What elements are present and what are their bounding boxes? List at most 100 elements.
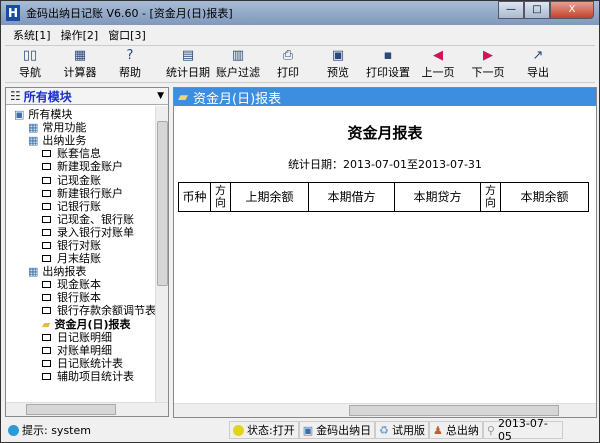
tree-item[interactable]: 辅助项目统计表 (6, 370, 156, 383)
calendar-icon: ▤ (181, 48, 195, 63)
window-title: 金码出纳日记账 V6.60 - [资金月(日)报表] (26, 7, 233, 20)
menu-window[interactable]: 窗口[3] (108, 27, 146, 43)
toolbar-button-9[interactable]: ▶ 下一页 (463, 48, 513, 80)
tree-item[interactable]: 现金账本 (6, 278, 156, 291)
status-date: ⚲ 2013-07-05 (482, 417, 563, 443)
calculator-icon: ▦ (73, 48, 87, 63)
tree-item-label: 现金账本 (57, 278, 101, 292)
tree-item[interactable]: ▦ 出纳报表 (6, 265, 156, 278)
column-header: 本期余额 (500, 182, 589, 212)
status-bar: 提示: system 状态:打开 ▣ 金码出纳日 ♻ 试用版 ♟ 总出纳 ⚲ 2013-… (5, 417, 595, 443)
column-header: 上期余额 (230, 182, 309, 212)
module-selector-label: 所有模块 (23, 89, 72, 104)
tree-item[interactable]: 对账单明细 (6, 344, 156, 357)
tree-item[interactable]: 新建现金账户 (6, 160, 156, 173)
book-icon: ▯▯ (22, 48, 38, 63)
toolbar-button-2[interactable]: ? 帮助 (105, 48, 155, 80)
minimize-button[interactable]: — (498, 1, 524, 19)
date-icon: ⚲ (486, 423, 495, 437)
close-button[interactable]: X (550, 1, 594, 19)
module-selector[interactable]: ☷ 所有模块 ▼ (6, 88, 168, 105)
chevron-down-icon: ▼ (157, 91, 164, 101)
arrow-left-icon: ◀ (433, 48, 443, 63)
arrow-right-icon: ▶ (483, 48, 493, 63)
tree-item-label: 常用功能 (42, 121, 87, 135)
toolbar-button-1[interactable]: ▦ 计算器 (55, 48, 105, 80)
page-icon (42, 359, 51, 367)
tree-item[interactable]: 日记账统计表 (6, 357, 156, 370)
printer-icon: ⎙ (282, 48, 294, 63)
page-icon (42, 176, 51, 184)
tree-item[interactable]: 账套信息 (6, 147, 156, 160)
status-version-text: 试用版 (392, 424, 425, 437)
tree-item-label: 月末结账 (57, 252, 101, 266)
tree-item-label: 记现金账 (57, 173, 101, 187)
tree-item[interactable]: 银行存款余额调节表 (6, 304, 156, 317)
toolbar-label: 计算器 (63, 66, 97, 79)
status-user-text: 总出纳 (445, 424, 479, 437)
report-date-range: 统计日期：2013-07-01至2013-07-31 (288, 158, 482, 171)
toolbar-label: 上一页 (421, 66, 455, 79)
menu-operation[interactable]: 操作[2] (61, 27, 99, 43)
tree-item[interactable]: ▰ 资金月(日)报表 (6, 318, 156, 331)
tree-item[interactable]: ▦ 常用功能 (6, 121, 156, 134)
tree-item[interactable]: 记现金、银行账 (6, 213, 156, 226)
tree-horizontal-scrollbar[interactable] (6, 402, 168, 416)
tree-item[interactable]: 记现金账 (6, 173, 156, 187)
toolbar-label: 打印 (277, 66, 299, 79)
toolbar-button-7[interactable]: ▪ 打印设置 (363, 48, 413, 80)
menu-system[interactable]: 系统[1] (13, 27, 51, 43)
tree-item[interactable]: 银行账本 (6, 291, 156, 304)
preview-icon: ▣ (331, 48, 345, 63)
report-header: ▰ 资金月(日)报表 (174, 88, 596, 107)
print-settings-icon: ▪ (383, 48, 393, 63)
page-icon (42, 241, 51, 249)
tree-item[interactable]: 银行对账 (6, 239, 156, 252)
tree-item-label: 新建银行账户 (57, 186, 123, 200)
tree-item-label: 新建现金账户 (57, 160, 123, 174)
tree-item[interactable]: ▦ 出纳业务 (6, 134, 156, 147)
toolbar-button-0[interactable]: ▯▯ 导航 (5, 48, 55, 80)
page-icon (42, 333, 51, 341)
tree-item[interactable]: 日记账明细 (6, 331, 156, 344)
users-icon: ♟ (433, 423, 443, 437)
toolbar-label: 帮助 (119, 66, 141, 79)
folder-icon: ▰ (178, 89, 188, 105)
group-icon: ▦ (28, 134, 39, 148)
tree-item[interactable]: 月末结账 (6, 252, 156, 265)
tree-item[interactable]: 记银行账 (6, 200, 156, 213)
report-header-title: 资金月(日)报表 (193, 91, 282, 107)
page-icon (42, 372, 51, 380)
toolbar-label: 打印设置 (366, 66, 410, 79)
page-icon (42, 228, 51, 236)
tree-item[interactable]: 新建银行账户 (6, 187, 156, 200)
toolbar-button-3[interactable]: ▤ 统计日期 (163, 48, 213, 80)
toolbar-button-8[interactable]: ◀ 上一页 (413, 48, 463, 80)
report-table: 币种 方向 上期余额 本期借方 本期贷方 方向 本期余额 (178, 182, 589, 212)
version-icon: ♻ (379, 423, 389, 437)
modules-icon: ▣ (14, 108, 25, 122)
toolbar-button-5[interactable]: ⎙ 打印 (263, 48, 313, 80)
maximize-button[interactable]: □ (524, 1, 550, 19)
title-bar: H 金码出纳日记账 V6.60 - [资金月(日)报表] — □ X (1, 1, 599, 25)
module-tree: ▣ 所有模块 ▦ 常用功能 ▦ 出纳业务 账套信息 新建现金账户 记现金账 新建银行账户 记银行账记… (6, 108, 156, 404)
help-icon: ? (126, 48, 134, 63)
toolbar-button-10[interactable]: ↗ 导出 (513, 48, 563, 80)
group-icon: ▦ (28, 121, 39, 135)
toolbar-label: 账户过滤 (216, 66, 260, 79)
page-icon (42, 215, 51, 223)
toolbar-button-4[interactable]: ▥ 账户过滤 (213, 48, 263, 80)
column-header: 本期贷方 (394, 182, 481, 212)
status-app: ▣ 金码出纳日 (298, 421, 376, 439)
tree-item[interactable]: 录入银行对账单 (6, 226, 156, 239)
page-icon (42, 189, 51, 197)
report-horizontal-scrollbar[interactable] (174, 403, 596, 417)
tree-item-label: 记现金、银行账 (57, 212, 134, 226)
toolbar-button-6[interactable]: ▣ 预览 (313, 48, 363, 80)
tree-item-label: 银行对账 (57, 238, 101, 252)
navigation-panel: ☷ 所有模块 ▼ ▣ 所有模块 ▦ 常用功能 ▦ 出纳业务 账套信息 新建现金账户 记现金账 新建… (5, 87, 169, 417)
tree-item-label: 出纳业务 (42, 134, 87, 148)
tree-vertical-scrollbar[interactable] (155, 106, 168, 404)
tree-item[interactable]: ▣ 所有模块 (6, 108, 156, 121)
tree-item-label: 所有模块 (28, 108, 73, 122)
